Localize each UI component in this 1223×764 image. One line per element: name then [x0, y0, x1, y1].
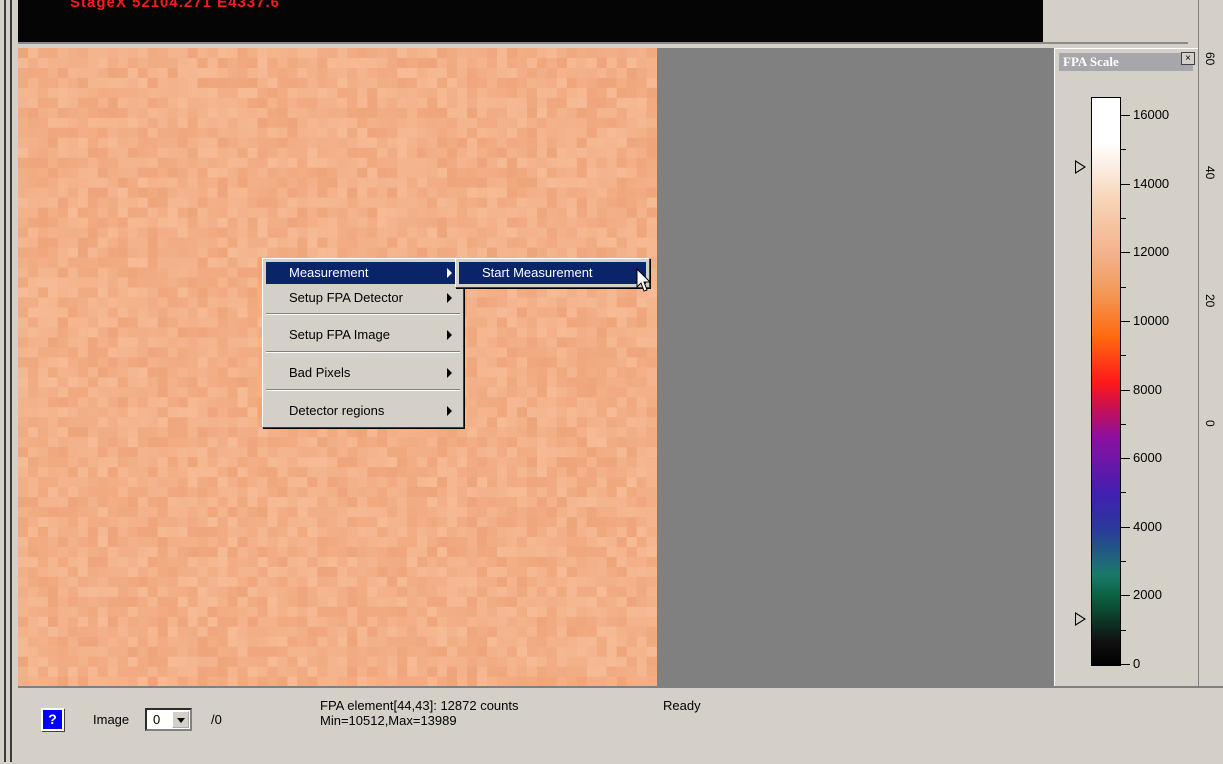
scale-tick	[1120, 184, 1130, 185]
chevron-right-icon	[447, 406, 452, 416]
status-bar: ? Image 0 /0 FPA element[44,43]: 12872 c…	[18, 686, 1223, 764]
empty-view-area	[657, 48, 1054, 686]
fpa-minmax: Min=10512,Max=13989	[320, 713, 457, 728]
scale-tick	[1120, 492, 1126, 493]
image-total: /0	[211, 712, 222, 727]
menu-item-detector-regions[interactable]: Detector regions	[266, 400, 460, 422]
scale-tick-label: 2000	[1133, 587, 1162, 602]
fpa-element-counts: FPA element[44,43]: 12872 counts	[320, 698, 519, 713]
scale-tick-label: 16000	[1133, 107, 1170, 122]
menu-item-label: Setup FPA Detector	[289, 290, 403, 305]
top-right-panel	[1043, 0, 1188, 42]
divider	[18, 42, 1188, 44]
scale-tick	[1120, 595, 1130, 596]
scale-tick	[1120, 218, 1126, 219]
menu-item-label: Detector regions	[289, 403, 385, 418]
fpa-element-info: FPA element[44,43]: 12872 counts Min=105…	[320, 698, 519, 728]
scale-tick	[1120, 287, 1126, 288]
scale-tick	[1120, 115, 1130, 116]
menu-separator	[266, 351, 460, 353]
scale-tick-label: 6000	[1133, 450, 1162, 465]
menu-item-measurement[interactable]: Measurement	[266, 262, 460, 284]
scale-tick-label: 10000	[1133, 313, 1170, 328]
lower-threshold-marker[interactable]	[1075, 612, 1086, 626]
scale-tick-label: 8000	[1133, 382, 1162, 397]
scale-tick	[1120, 527, 1130, 528]
measurement-submenu: Start Measurement	[455, 258, 650, 288]
scale-tick	[1120, 252, 1130, 253]
menu-item-start-measurement[interactable]: Start Measurement	[459, 262, 646, 284]
menu-separator	[266, 313, 460, 315]
scale-tick	[1120, 630, 1126, 631]
menu-item-setup-fpa-image[interactable]: Setup FPA Image	[266, 324, 460, 346]
help-button[interactable]: ?	[41, 708, 64, 731]
ruler-label: 60	[1203, 52, 1217, 66]
ruler-label: 0	[1203, 420, 1217, 427]
menu-item-label: Measurement	[289, 265, 369, 280]
close-icon[interactable]: ×	[1181, 52, 1195, 65]
mouse-cursor-icon	[636, 268, 652, 292]
menu-item-label: Setup FPA Image	[289, 327, 390, 342]
menu-item-bad-pixels[interactable]: Bad Pixels	[266, 362, 460, 384]
ruler-label: 40	[1203, 166, 1217, 180]
image-select[interactable]: 0	[145, 708, 192, 731]
color-scale-bar	[1091, 97, 1121, 666]
scale-tick	[1120, 424, 1126, 425]
context-menu: Measurement Setup FPA Detector Setup FPA…	[262, 258, 464, 428]
ruler-label: 20	[1203, 294, 1217, 308]
scale-tick	[1120, 561, 1126, 562]
status-text: Ready	[663, 698, 701, 713]
menu-item-setup-fpa-detector[interactable]: Setup FPA Detector	[266, 287, 460, 309]
stage-coordinates: StageX 52104.271 E4337.6	[70, 0, 280, 11]
video-overlay-bar: StageX 52104.271 E4337.6	[18, 0, 1043, 42]
vertical-ruler: 60 40 20 0	[1198, 0, 1223, 686]
image-label: Image	[93, 712, 130, 727]
chevron-down-icon[interactable]	[172, 711, 189, 728]
menu-separator	[266, 389, 460, 391]
fpa-scale-title: FPA Scale	[1059, 53, 1193, 71]
chevron-right-icon	[447, 293, 452, 303]
chevron-right-icon	[447, 330, 452, 340]
chevron-right-icon	[447, 368, 452, 378]
scale-tick	[1120, 390, 1130, 391]
scale-tick-label: 14000	[1133, 176, 1170, 191]
fpa-scale-panel: FPA Scale × 16000 14000 12000 10000 8000 6000…	[1054, 48, 1199, 687]
upper-threshold-marker[interactable]	[1075, 160, 1086, 174]
scale-tick-label: 4000	[1133, 519, 1162, 534]
scale-tick-label: 12000	[1133, 244, 1170, 259]
scale-tick	[1120, 149, 1126, 150]
menu-item-label: Bad Pixels	[289, 365, 351, 380]
left-window-frame	[0, 0, 18, 762]
scale-tick-label: 0	[1133, 656, 1141, 671]
scale-tick	[1120, 321, 1130, 322]
scale-tick	[1120, 458, 1130, 459]
scale-tick	[1120, 664, 1130, 665]
image-select-value: 0	[153, 712, 161, 727]
chevron-right-icon	[447, 268, 452, 278]
scale-tick	[1120, 355, 1126, 356]
